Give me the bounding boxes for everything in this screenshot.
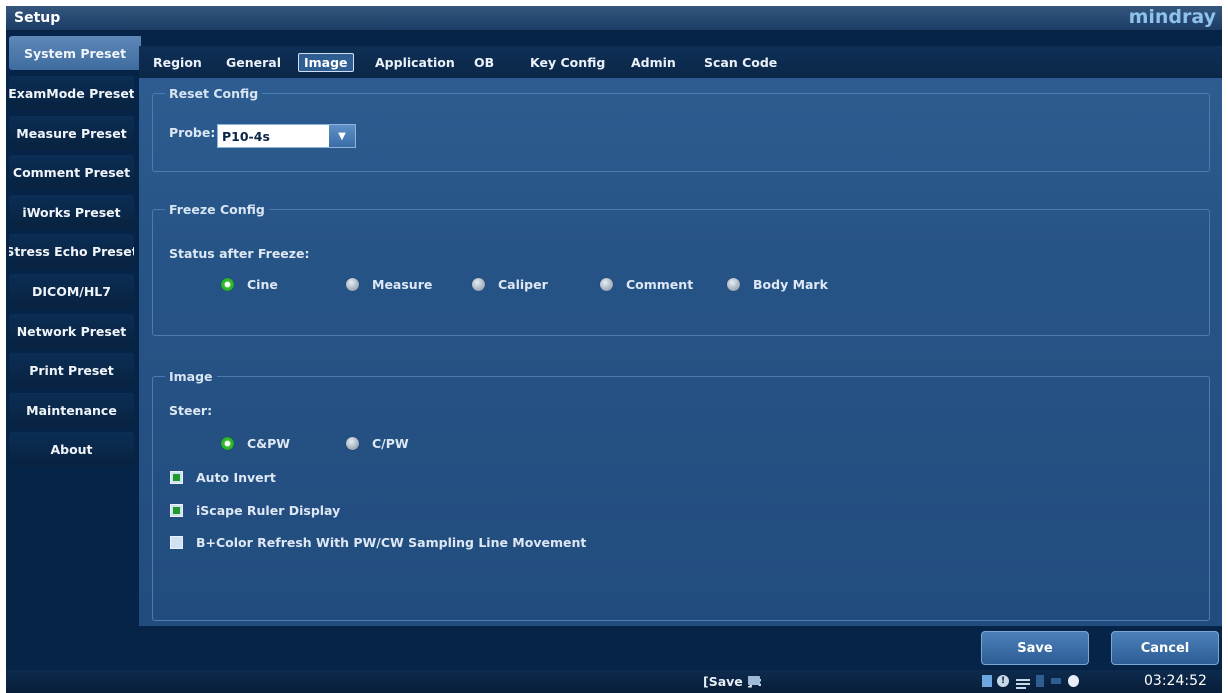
sidebar-item-system-preset[interactable]: System Preset [9,36,141,70]
radio-label: C&PW [247,436,291,451]
disk-icon [1051,678,1061,684]
sidebar-item-label: DICOM/HL7 [32,283,111,299]
probe-select[interactable]: P10-4s ▼ [217,124,356,148]
radio-label: Cine [247,277,278,292]
title-bar: Setup mindray [6,6,1222,31]
sidebar-item-exammode-preset[interactable]: ExamMode Preset [9,76,134,110]
sidebar-item-network-preset[interactable]: Network Preset [9,314,134,348]
sidebar-item-label: ExamMode Preset [9,85,134,101]
tab-image[interactable]: Image [298,53,354,72]
radio-label: Measure [372,277,433,292]
freeze-option-measure[interactable]: Measure [346,277,432,292]
checkbox-checked-icon [170,504,183,517]
radio-selected-icon [221,437,234,450]
radio-icon [472,278,485,291]
radio-icon [600,278,613,291]
steer-option-c-and-pw[interactable]: C&PW [221,436,290,451]
radio-label: Comment [626,277,694,292]
image-group-legend: Image [169,369,213,384]
tab-general[interactable]: General [226,55,281,70]
network-icon [982,675,992,687]
sidebar-item-about[interactable]: About [9,432,134,466]
sidebar-item-label: Maintenance [26,402,117,418]
sidebar-item-label: Stress Echo Preset [9,243,134,259]
window-title: Setup [14,10,61,26]
power-icon [1068,675,1079,687]
probe-label: Probe: [169,125,216,140]
checkbox-label: iScape Ruler Display [196,503,341,518]
steer-label: Steer: [169,403,213,418]
sidebar-item-label: Print Preset [29,362,114,378]
tab-admin[interactable]: Admin [631,55,676,70]
tab-region[interactable]: Region [153,55,202,70]
sidebar-item-stress-echo-preset[interactable]: Stress Echo Preset [9,234,134,268]
reset-config-legend: Reset Config [169,86,259,101]
checkbox-checked-icon [170,471,183,484]
task-list-icon [1016,675,1030,689]
freeze-config-group: Freeze Config [152,202,1210,336]
setup-screen: Setup mindray System Preset ExamMode Pre… [6,6,1222,693]
tab-ob[interactable]: OB [474,55,494,70]
tab-key-config[interactable]: Key Config [530,55,605,70]
radio-label: C/PW [372,436,409,451]
sidebar-item-print-preset[interactable]: Print Preset [9,353,134,387]
tab-scan-code[interactable]: Scan Code [704,55,777,70]
freeze-option-caliper[interactable]: Caliper [472,277,548,292]
sidebar-item-maintenance[interactable]: Maintenance [9,393,134,427]
brand-logo: mindray [1128,6,1216,28]
cancel-button[interactable]: Cancel [1111,631,1219,665]
radio-icon [727,278,740,291]
iscape-ruler-display-checkbox[interactable]: iScape Ruler Display [170,503,340,518]
checkbox-label: Auto Invert [196,470,276,485]
freeze-option-comment[interactable]: Comment [600,277,693,292]
image-group: Image [152,369,1210,621]
sidebar-item-label: System Preset [23,45,127,61]
sidebar-item-label: Measure Preset [16,125,127,141]
radio-label: Caliper [498,277,548,292]
radio-selected-icon [221,278,234,291]
checkbox-icon [170,536,183,549]
alert-icon: ! [997,675,1009,687]
clock: 03:24:52 [1144,673,1207,689]
checkbox-label: B+Color Refresh With PW/CW Sampling Line… [196,535,587,550]
sidebar-item-iworks-preset[interactable]: iWorks Preset [9,195,134,229]
probe-value: P10-4s [222,129,270,144]
tab-application[interactable]: Application [375,55,455,70]
status-bar: [Save ] : ! 03:24:52 [6,670,1222,693]
sidebar-item-comment-preset[interactable]: Comment Preset [9,155,134,189]
usb-icon [1036,675,1044,687]
sidebar-item-label: iWorks Preset [22,204,121,220]
key-icon [748,676,760,685]
sidebar-item-measure-preset[interactable]: Measure Preset [9,116,134,150]
b-color-refresh-checkbox[interactable]: B+Color Refresh With PW/CW Sampling Line… [170,535,586,550]
steer-option-c-pw[interactable]: C/PW [346,436,409,451]
tab-bar: Region General Image Application OB Key … [139,46,1222,78]
save-button[interactable]: Save [981,631,1089,665]
radio-icon [346,278,359,291]
content-panel: Region General Image Application OB Key … [139,46,1222,626]
radio-icon [346,437,359,450]
chevron-down-icon[interactable]: ▼ [329,125,355,147]
sidebar-item-dicom-hl7[interactable]: DICOM/HL7 [9,274,134,308]
status-after-freeze-label: Status after Freeze: [169,246,310,261]
freeze-config-legend: Freeze Config [169,202,265,217]
freeze-option-cine[interactable]: Cine [221,277,278,292]
auto-invert-checkbox[interactable]: Auto Invert [170,470,276,485]
radio-label: Body Mark [753,277,828,292]
sidebar-item-label: About [50,441,93,457]
sidebar-item-label: Comment Preset [12,164,131,180]
sidebar-item-label: Network Preset [16,323,127,339]
freeze-option-body-mark[interactable]: Body Mark [727,277,828,292]
